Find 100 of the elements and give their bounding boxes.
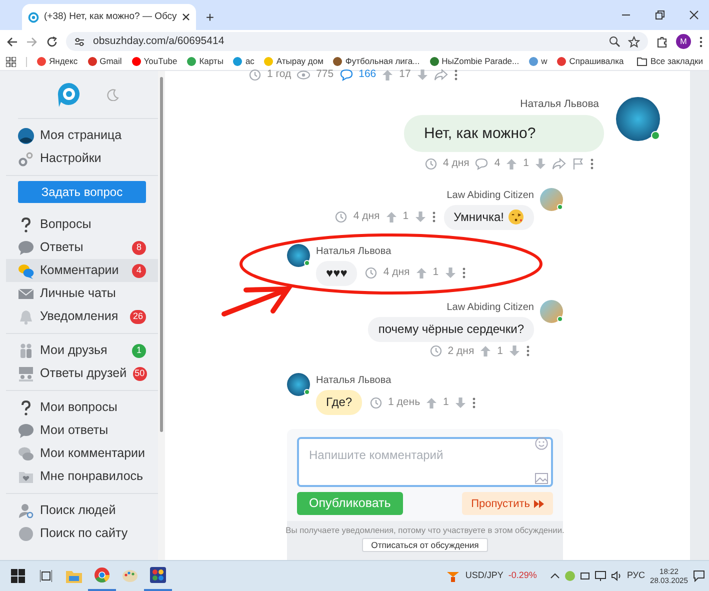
author-name: Law Abiding Citizen xyxy=(446,188,534,202)
vote-count: 1 xyxy=(523,156,529,171)
close-icon[interactable] xyxy=(182,13,190,21)
bookmark-link[interactable]: YouTube xyxy=(132,55,178,68)
bookmark-link[interactable]: Атырау дом xyxy=(264,55,324,68)
unsubscribe-button[interactable]: Отписаться от обсуждения xyxy=(362,538,488,552)
folder-icon[interactable] xyxy=(66,570,82,582)
close-icon[interactable] xyxy=(689,10,699,20)
browser-tab[interactable]: (+38) Нет, как можно? — Обсу xyxy=(22,4,196,30)
ask-question-button[interactable]: Задать вопрос xyxy=(18,181,146,203)
clock-icon xyxy=(430,345,442,358)
comment-count: 166 xyxy=(358,67,376,82)
sidebar-item[interactable]: Поиск людей xyxy=(6,499,158,522)
kiss-emoji-icon xyxy=(508,209,524,225)
language-indicator[interactable]: РУС xyxy=(626,569,645,583)
reload-icon[interactable] xyxy=(46,36,58,48)
more-icon[interactable] xyxy=(462,267,466,279)
address-bar[interactable]: obsuzhday.com/a/60695414 xyxy=(66,32,648,51)
star-icon[interactable] xyxy=(628,36,640,48)
more-icon[interactable] xyxy=(472,396,476,409)
comment-input[interactable]: Напишите комментарий xyxy=(297,437,553,488)
avatar-photo[interactable] xyxy=(616,97,660,141)
apps-icon[interactable] xyxy=(6,56,16,66)
image-icon[interactable] xyxy=(535,473,548,484)
sidebar-item[interactable]: Мои комментарии xyxy=(6,442,158,465)
all-bookmarks-link[interactable]: Все закладки xyxy=(637,55,703,68)
speech-bubble-icon xyxy=(18,240,34,256)
time-text: 1 день xyxy=(388,394,420,410)
avatar-photo[interactable] xyxy=(540,188,563,210)
author-name: Наталья Львова xyxy=(520,97,599,112)
share-icon[interactable] xyxy=(552,158,566,170)
clock-icon xyxy=(424,158,437,170)
bookmark-link[interactable]: Спрашивалка xyxy=(557,55,624,68)
site-settings-icon[interactable] xyxy=(74,36,85,46)
sidebar-item[interactable]: Мои вопросы xyxy=(6,396,158,419)
smiley-icon[interactable] xyxy=(535,437,548,450)
sidebar-item[interactable]: Настройки xyxy=(6,147,158,170)
sidebar-item[interactable]: Мои друзья 1 xyxy=(6,339,158,362)
app-grid-icon[interactable] xyxy=(150,567,166,583)
skip-button[interactable]: Пропустить xyxy=(462,492,553,516)
share-icon[interactable] xyxy=(434,69,448,81)
more-icon[interactable] xyxy=(454,69,458,81)
time-text: 1 год xyxy=(267,67,292,82)
friends-icon xyxy=(18,366,34,382)
vote-count: 17 xyxy=(399,67,411,82)
sidebar-item[interactable]: Поиск по сайту xyxy=(6,522,158,545)
bookmark-link[interactable]: Карты xyxy=(187,55,224,68)
forward-icon[interactable] xyxy=(26,36,38,48)
more-icon[interactable] xyxy=(432,211,436,223)
windows-start-icon[interactable] xyxy=(11,569,25,583)
speaker-icon[interactable] xyxy=(610,571,622,581)
bookmark-link[interactable]: Футбольная лига... xyxy=(333,55,420,68)
sidebar-item[interactable]: Моя страница xyxy=(6,124,158,147)
paint-palette-icon[interactable] xyxy=(122,569,138,583)
new-tab-button[interactable]: + xyxy=(206,10,214,24)
sidebar-item[interactable]: Комментарии 4 xyxy=(6,259,158,282)
chevron-up-icon[interactable] xyxy=(550,573,560,579)
count-badge: 50 xyxy=(132,366,147,380)
ticker-icon[interactable] xyxy=(446,569,460,583)
sidebar-item[interactable]: Уведомления 26 xyxy=(6,305,158,328)
sidebar-item[interactable]: Личные чаты xyxy=(6,282,158,305)
people-icon xyxy=(18,342,34,358)
avatar-photo[interactable] xyxy=(540,300,563,322)
sidebar-item[interactable]: Ответы друзей 50 xyxy=(6,362,158,385)
site-logo-icon[interactable] xyxy=(57,82,81,108)
avatar-photo[interactable] xyxy=(287,244,310,266)
comment-icon[interactable] xyxy=(340,69,353,81)
notification-note: Вы получаете уведомления, потому что участвуете в этом обсуждении. xyxy=(286,525,564,536)
more-icon[interactable] xyxy=(526,345,530,358)
sidebar-item[interactable]: Ответы 8 xyxy=(6,236,158,259)
time-text: 2 дня xyxy=(448,344,474,358)
sidebar-item[interactable]: Вопросы xyxy=(6,213,158,236)
bookmark-link[interactable]: HыZombie Parade... xyxy=(430,55,520,68)
bookmark-link[interactable]: ас xyxy=(233,55,254,68)
task-view-icon[interactable] xyxy=(40,570,52,582)
more-icon[interactable] xyxy=(590,158,594,170)
comment-text: Где? xyxy=(326,394,352,412)
scrollbar-thumb[interactable] xyxy=(160,77,163,432)
bookmark-link[interactable]: w xyxy=(529,55,548,68)
browser-icon[interactable] xyxy=(94,567,110,583)
bookmark-link[interactable]: Яндекс xyxy=(37,55,78,68)
avatar-photo[interactable] xyxy=(287,373,310,396)
network-icon[interactable] xyxy=(594,571,606,581)
profile-button[interactable]: M xyxy=(676,34,691,49)
comment-text: Умничка! xyxy=(454,208,504,226)
restore-icon[interactable] xyxy=(655,10,665,20)
bookmark-link[interactable]: Gmail xyxy=(88,55,122,68)
view-count: 775 xyxy=(316,67,334,82)
clock-icon xyxy=(365,267,378,279)
extensions-icon[interactable] xyxy=(656,36,668,48)
notifications-icon[interactable] xyxy=(693,570,705,582)
ticker-symbol: USD/JPY xyxy=(465,569,504,582)
zoom-icon[interactable] xyxy=(609,36,620,47)
sidebar-item[interactable]: Мне понравилось xyxy=(6,465,158,488)
back-icon[interactable] xyxy=(6,36,18,48)
flag-icon[interactable] xyxy=(572,158,584,170)
comment-icon[interactable] xyxy=(475,158,488,170)
time-text: 4 дня xyxy=(353,209,380,224)
more-icon[interactable] xyxy=(699,36,703,48)
sidebar-item[interactable]: Мои ответы xyxy=(6,419,158,442)
